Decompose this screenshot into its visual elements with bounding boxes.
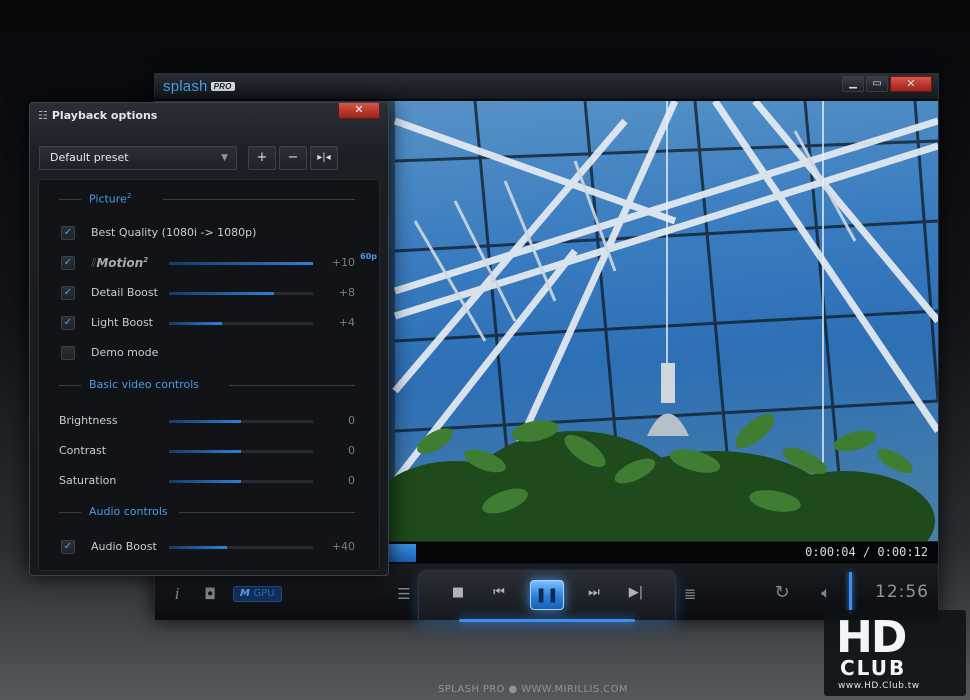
seek-progress	[389, 544, 416, 562]
close-button[interactable]: ✕	[890, 76, 932, 92]
option-label: Demo mode	[91, 346, 159, 359]
option-label: Best Quality (1080i -> 1080p)	[91, 226, 257, 239]
next-icon[interactable]: ⏭	[582, 585, 606, 600]
slider-motion[interactable]	[169, 262, 313, 265]
slider-contrast[interactable]	[169, 450, 313, 453]
panel-close-button[interactable]: ✕	[338, 103, 380, 119]
watermark-club: CLUB	[840, 656, 907, 680]
option-saturation[interactable]: Saturation 0	[39, 472, 379, 490]
compare-preset-button[interactable]: ▸|◂	[310, 146, 338, 170]
value-audio-boost: +40	[331, 540, 355, 553]
panel-title[interactable]: ☷ Playback options	[38, 109, 157, 122]
settings-sliders-icon: ☷	[38, 109, 48, 122]
gpu-badge-m: M	[240, 588, 250, 599]
options-list: Picture2 ✓ Best Quality (1080i -> 1080p)…	[38, 179, 380, 571]
chevron-down-icon: ▼	[221, 153, 228, 163]
option-label: Contrast	[59, 444, 107, 457]
checkbox-audio-boost[interactable]: ✓	[61, 540, 75, 554]
option-audio-boost[interactable]: ✓ Audio Boost +40	[39, 538, 379, 556]
slider-brightness[interactable]	[169, 420, 313, 423]
previous-icon[interactable]: ⏮	[487, 585, 511, 600]
info-icon[interactable]: i	[167, 584, 187, 604]
fps-badge: 60p	[360, 252, 377, 261]
slider-audio-boost[interactable]	[169, 546, 313, 549]
value-brightness: 0	[348, 414, 355, 427]
section-basic-label: Basic video controls	[83, 378, 206, 391]
option-best-quality[interactable]: ✓ Best Quality (1080i -> 1080p)	[39, 224, 379, 242]
checkbox-best-quality[interactable]: ✓	[61, 226, 75, 240]
option-label: Saturation	[59, 474, 117, 487]
hdclub-watermark: HD CLUB www.HD.Club.tw	[824, 610, 966, 696]
preset-value: Default preset	[50, 151, 129, 164]
option-demo-mode[interactable]: Demo mode	[39, 344, 379, 362]
gpu-badge[interactable]: M GPU	[233, 586, 282, 602]
brand-name: splash	[163, 78, 208, 95]
repeat-icon[interactable]: ↻	[771, 583, 793, 603]
frame-step-icon[interactable]: ▶|	[624, 585, 648, 600]
add-preset-button[interactable]: +	[248, 146, 276, 170]
section-audio: Audio controls	[59, 505, 355, 519]
camera-icon[interactable]: ◘	[199, 584, 221, 604]
option-detail-boost[interactable]: ✓ Detail Boost +8	[39, 284, 379, 302]
maximize-button[interactable]: ▭	[866, 76, 888, 92]
stop-icon[interactable]: ■	[446, 585, 470, 600]
preset-dropdown[interactable]: Default preset ▼	[39, 146, 237, 170]
slider-detail-boost[interactable]	[169, 292, 313, 295]
option-label: Light Boost	[91, 316, 153, 329]
watermark-url: www.HD.Club.tw	[838, 681, 920, 691]
player-titlebar[interactable]: splash PRO ▁ ▭ ✕	[155, 74, 938, 100]
value-light-boost: +4	[338, 316, 355, 329]
pause-icon: ❚❚	[535, 587, 559, 603]
timecode: 0:00:04 / 0:00:12	[805, 545, 928, 559]
volume-slider[interactable]	[849, 572, 852, 614]
option-brightness[interactable]: Brightness 0	[39, 412, 379, 430]
playlist-icon[interactable]: ≣	[679, 584, 701, 604]
motion-logo: ⫽Motion2	[91, 256, 149, 270]
option-contrast[interactable]: Contrast 0	[39, 442, 379, 460]
gpu-badge-text: GPU	[253, 588, 275, 599]
minimize-button[interactable]: ▁	[842, 76, 864, 92]
transport-controls: ■ ⏮ ❚❚ ⏭ ▶|	[418, 570, 676, 622]
clock: 12:56	[875, 582, 929, 602]
volume-icon[interactable]: 🔈︎	[813, 583, 839, 603]
option-label: Detail Boost	[91, 286, 158, 299]
panel-title-text: Playback options	[51, 109, 158, 122]
remove-preset-button[interactable]: −	[279, 146, 307, 170]
section-picture: Picture2	[59, 192, 355, 206]
footer-credit: SPLASH PRO ● WWW.MIRILLIS.COM	[438, 684, 628, 695]
pause-button[interactable]: ❚❚	[530, 580, 564, 610]
option-light-boost[interactable]: ✓ Light Boost +4	[39, 314, 379, 332]
value-saturation: 0	[348, 474, 355, 487]
checkbox-light-boost[interactable]: ✓	[61, 316, 75, 330]
slider-saturation[interactable]	[169, 480, 313, 483]
brand-badge: PRO	[210, 82, 235, 91]
value-motion: +10	[331, 256, 355, 269]
slider-light-boost[interactable]	[169, 322, 313, 325]
option-label: Audio Boost	[91, 540, 157, 553]
value-contrast: 0	[348, 444, 355, 457]
checkbox-detail-boost[interactable]: ✓	[61, 286, 75, 300]
option-motion[interactable]: ✓ ⫽Motion2 +10 60p	[39, 252, 379, 272]
value-detail-boost: +8	[338, 286, 355, 299]
section-audio-label: Audio controls	[83, 505, 174, 518]
playback-options-panel: ☷ Playback options ✕ Default preset ▼ + −…	[29, 102, 389, 576]
option-label: Brightness	[59, 414, 118, 427]
section-basic-video: Basic video controls	[59, 378, 355, 392]
checkbox-demo-mode[interactable]	[61, 346, 75, 360]
equalizer-icon[interactable]: ☰	[393, 584, 415, 604]
checkbox-motion[interactable]: ✓	[61, 256, 75, 270]
section-picture-label: Picture2	[83, 192, 138, 206]
splash-logo: splash PRO	[163, 78, 235, 96]
